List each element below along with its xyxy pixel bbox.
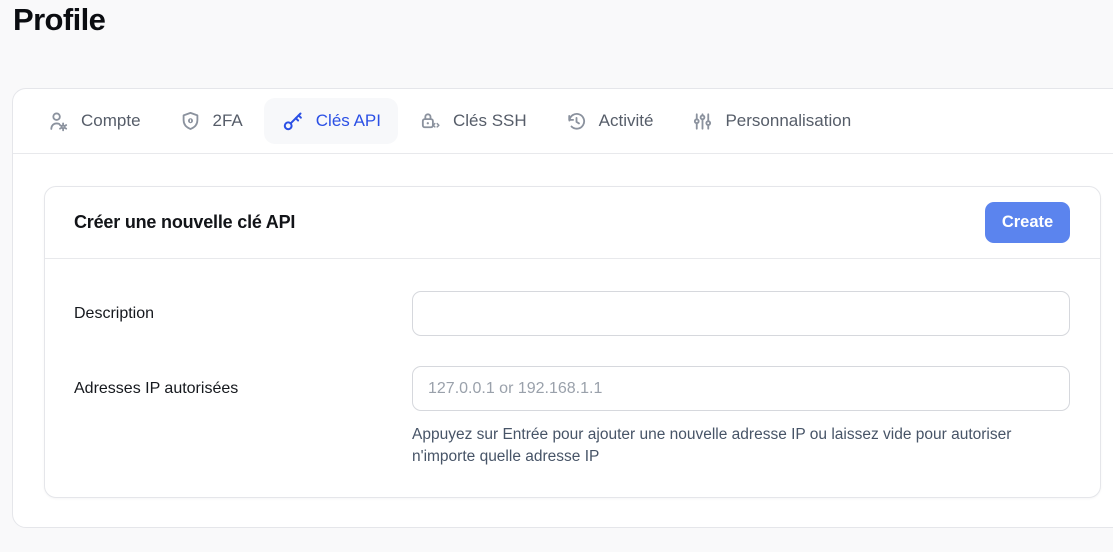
tab-label: Personnalisation [725, 111, 852, 130]
card-body: Description Adresses IP autorisées Appuy… [45, 259, 1100, 468]
ip-addresses-label: Adresses IP autorisées [74, 380, 239, 397]
tab-2fa[interactable]: 2FA [162, 99, 260, 144]
tab-personnalisation[interactable]: Personnalisation [674, 99, 868, 144]
tab-label: Clés SSH [452, 111, 527, 130]
lock-code-icon [419, 110, 442, 133]
description-field-wrap [412, 291, 1070, 336]
shield-icon [179, 110, 202, 133]
create-api-key-card: Créer une nouvelle clé API Create Descri… [44, 186, 1101, 498]
tab-compte[interactable]: Compte [30, 99, 158, 144]
history-icon [565, 110, 588, 133]
page-title: Profile [13, 2, 106, 37]
tab-label: Compte [81, 111, 141, 130]
tab-cles-api[interactable]: Clés API [263, 98, 398, 144]
tab-label: Clés API [315, 111, 381, 130]
profile-tabbar: Compte 2FA Clés API Clés SSH Activité Pe… [13, 89, 1113, 154]
key-icon [281, 109, 305, 133]
profile-page: Profile Compte 2FA Clés API Clés SSH Act… [0, 0, 1113, 552]
card-title: Créer une nouvelle clé API [74, 212, 296, 232]
tab-cles-ssh[interactable]: Clés SSH [402, 99, 544, 144]
create-button[interactable]: Create [985, 202, 1070, 243]
description-row: Description [74, 291, 1070, 336]
description-input[interactable] [412, 291, 1070, 336]
ip-address-input[interactable] [412, 366, 1070, 411]
tab-label: Activité [598, 111, 654, 130]
profile-panel: Compte 2FA Clés API Clés SSH Activité Pe… [12, 88, 1113, 528]
ip-field-wrap: Appuyez sur Entrée pour ajouter une nouv… [412, 366, 1070, 468]
ip-help-text: Appuyez sur Entrée pour ajouter une nouv… [412, 426, 1012, 465]
sliders-icon [691, 110, 714, 133]
description-label: Description [74, 305, 155, 322]
tab-label: 2FA [212, 111, 243, 130]
user-gear-icon [47, 110, 70, 133]
tab-activite[interactable]: Activité [548, 99, 671, 144]
ip-addresses-row: Adresses IP autorisées Appuyez sur Entré… [74, 366, 1070, 468]
card-header: Créer une nouvelle clé API Create [45, 187, 1100, 259]
